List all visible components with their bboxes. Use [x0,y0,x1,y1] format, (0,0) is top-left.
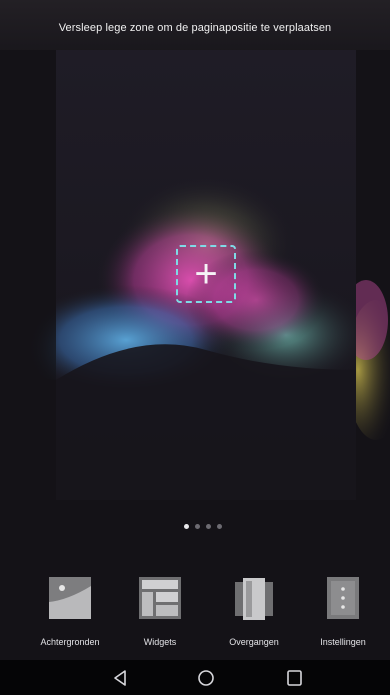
tray-label: Overgangen [229,637,279,647]
add-page-button[interactable]: + [176,245,236,303]
next-page-peek[interactable] [356,50,390,500]
previous-page-peek[interactable] [0,50,56,500]
wallpaper-icon [48,576,92,620]
tray-label: Achtergronden [40,637,100,647]
widgets-button[interactable]: Widgets [114,570,206,647]
settings-button[interactable]: Instellingen [297,570,389,647]
edit-options-tray: Achtergronden Widgets Overgangen Instell… [0,570,390,660]
transitions-icon [232,576,276,620]
transitions-button[interactable]: Overgangen [208,570,300,647]
page-dot [195,524,200,529]
recents-icon[interactable] [284,669,304,687]
tray-label: Widgets [143,637,177,647]
settings-icon [321,576,365,620]
drag-hint-text: Versleep lege zone om de paginapositie t… [58,22,332,34]
page-dot [217,524,222,529]
wallpapers-button[interactable]: Achtergronden [24,570,116,647]
home-icon[interactable] [196,669,216,687]
back-icon[interactable] [110,669,130,687]
system-navigation-bar [0,660,390,695]
widgets-icon [138,576,182,620]
tray-label: Instellingen [320,637,366,647]
page-dot [206,524,211,529]
plus-icon: + [194,252,218,296]
page-indicator [184,524,222,529]
page-dot [184,524,189,529]
